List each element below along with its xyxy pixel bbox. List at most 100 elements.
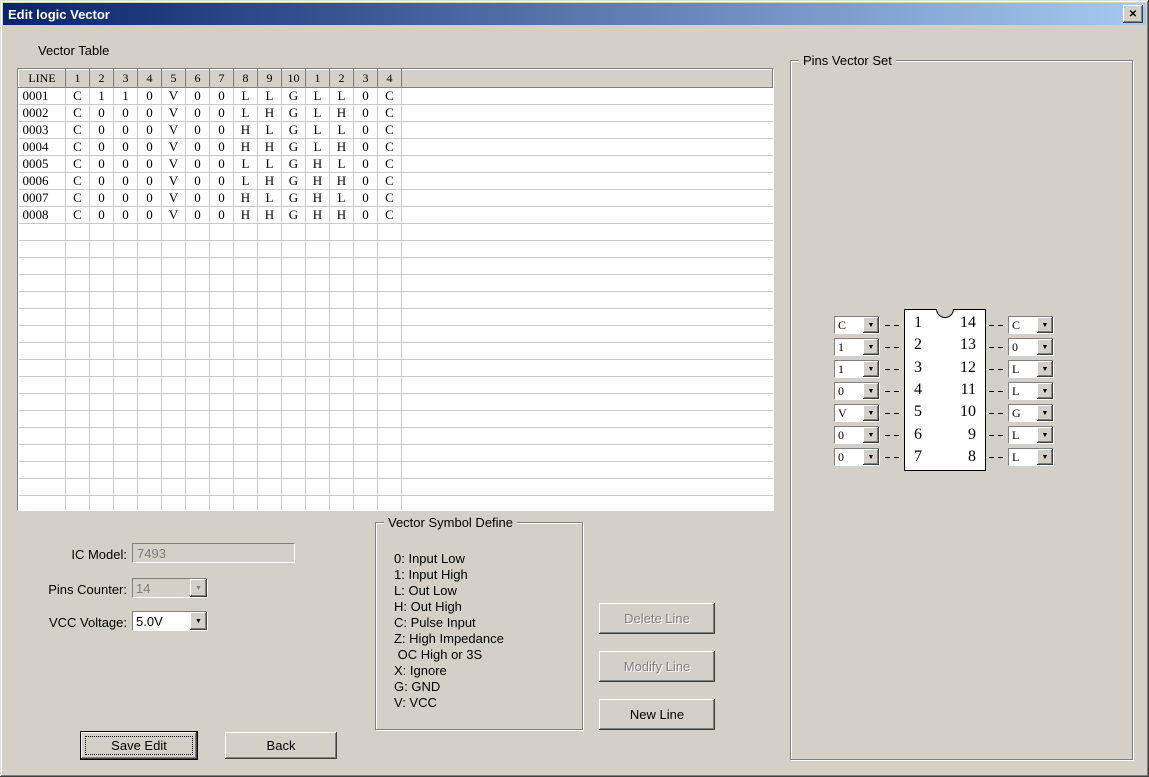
vector-cell bbox=[90, 309, 114, 326]
dropdown-arrow-icon[interactable]: ▼ bbox=[1037, 361, 1053, 377]
table-row[interactable]: 0008C000V00HHGHH0C bbox=[19, 207, 773, 224]
pin-6-value-combo[interactable]: 0▼ bbox=[834, 426, 880, 444]
pin-11-value-combo[interactable]: L▼ bbox=[1008, 382, 1054, 400]
symbol-define-line: OC High or 3S bbox=[394, 647, 504, 663]
dropdown-arrow-icon[interactable]: ▼ bbox=[1037, 405, 1053, 421]
dropdown-arrow-icon[interactable]: ▼ bbox=[1037, 449, 1053, 465]
vector-cell: 0 bbox=[138, 88, 162, 105]
column-header: 9 bbox=[258, 70, 282, 88]
vector-cell bbox=[306, 411, 330, 428]
table-row-empty bbox=[19, 309, 773, 326]
table-row[interactable]: 0004C000V00HHGLH0C bbox=[19, 139, 773, 156]
vector-cell bbox=[354, 496, 378, 512]
dropdown-arrow-icon[interactable]: ▼ bbox=[863, 449, 879, 465]
vector-cell bbox=[330, 462, 354, 479]
ic-chip-diagram: 1234567 141312111098 bbox=[904, 309, 986, 471]
vector-cell bbox=[234, 326, 258, 343]
dropdown-arrow-icon[interactable]: ▼ bbox=[863, 361, 879, 377]
pin-7-value-combo[interactable]: 0▼ bbox=[834, 448, 880, 466]
vector-cell: L bbox=[306, 139, 330, 156]
dropdown-arrow-icon[interactable]: ▼ bbox=[863, 383, 879, 399]
dropdown-arrow-icon[interactable]: ▼ bbox=[863, 405, 879, 421]
table-row-empty bbox=[19, 462, 773, 479]
dropdown-arrow-icon[interactable]: ▼ bbox=[863, 339, 879, 355]
vector-cell bbox=[330, 224, 354, 241]
pin-13-value-combo[interactable]: 0▼ bbox=[1008, 338, 1054, 356]
vector-cell bbox=[258, 343, 282, 360]
save-edit-button[interactable]: Save Edit bbox=[81, 732, 197, 759]
vector-cell bbox=[330, 428, 354, 445]
table-row[interactable]: 0001C110V00LLGLL0C bbox=[19, 88, 773, 105]
vector-cell: 0 bbox=[186, 156, 210, 173]
table-row[interactable]: 0002C000V00LHGLH0C bbox=[19, 105, 773, 122]
dropdown-arrow-icon[interactable]: ▼ bbox=[863, 427, 879, 443]
vector-cell bbox=[234, 496, 258, 512]
vector-cell bbox=[138, 462, 162, 479]
row-filler-cell bbox=[402, 258, 773, 275]
vector-cell bbox=[138, 309, 162, 326]
table-row[interactable]: 0007C000V00HLGHL0C bbox=[19, 190, 773, 207]
table-row-empty bbox=[19, 411, 773, 428]
pin-9-value-combo[interactable]: L▼ bbox=[1008, 426, 1054, 444]
vector-cell bbox=[210, 479, 234, 496]
line-number-cell bbox=[19, 258, 66, 275]
dropdown-arrow-icon[interactable]: ▼ bbox=[1037, 339, 1053, 355]
vector-table-body: 0001C110V00LLGLL0C0002C000V00LHGLH0C0003… bbox=[19, 88, 773, 512]
vector-cell bbox=[378, 479, 402, 496]
pin-3-value-combo[interactable]: 1▼ bbox=[834, 360, 880, 378]
dropdown-arrow-icon[interactable]: ▼ bbox=[1037, 427, 1053, 443]
back-button[interactable]: Back bbox=[225, 732, 337, 759]
vector-cell bbox=[114, 377, 138, 394]
chip-pin-13-number: 13 bbox=[960, 334, 976, 356]
vcc-voltage-dropdown[interactable]: 5.0V ▼ bbox=[132, 611, 208, 631]
dropdown-arrow-icon[interactable]: ▼ bbox=[190, 612, 207, 630]
pin-1-value-combo[interactable]: C▼ bbox=[834, 316, 880, 334]
dropdown-arrow-icon[interactable]: ▼ bbox=[863, 317, 879, 333]
pin-12-value-combo[interactable]: L▼ bbox=[1008, 360, 1054, 378]
vector-cell: H bbox=[330, 105, 354, 122]
pin-10-value-combo[interactable]: G▼ bbox=[1008, 404, 1054, 422]
symbol-define-line: L: Out Low bbox=[394, 583, 504, 599]
new-line-button[interactable]: New Line bbox=[599, 699, 715, 730]
vector-cell: C bbox=[66, 139, 90, 156]
vector-cell bbox=[186, 479, 210, 496]
vector-table-grid: LINE123456789101234 0001C110V00LLGLL0C00… bbox=[18, 69, 773, 511]
vector-cell bbox=[306, 275, 330, 292]
pins-counter-label: Pins Counter: bbox=[27, 582, 127, 597]
line-number-cell bbox=[19, 326, 66, 343]
vector-table-label: Vector Table bbox=[38, 43, 109, 58]
vector-cell bbox=[234, 479, 258, 496]
right-pin-combos: C▼0▼L▼L▼G▼L▼L▼ bbox=[1008, 316, 1054, 466]
vector-cell: H bbox=[330, 207, 354, 224]
dropdown-arrow-icon[interactable]: ▼ bbox=[1037, 317, 1053, 333]
vector-cell bbox=[90, 479, 114, 496]
vector-cell bbox=[234, 343, 258, 360]
line-number-cell bbox=[19, 275, 66, 292]
pin-14-value-combo[interactable]: C▼ bbox=[1008, 316, 1054, 334]
vector-table[interactable]: LINE123456789101234 0001C110V00LLGLL0C00… bbox=[17, 68, 774, 511]
vector-cell bbox=[354, 292, 378, 309]
table-row-empty bbox=[19, 377, 773, 394]
vector-cell bbox=[114, 275, 138, 292]
pin-8-value-combo[interactable]: L▼ bbox=[1008, 448, 1054, 466]
edit-logic-vector-dialog: Edit logic Vector ✕ Vector Table LINE123… bbox=[0, 0, 1149, 777]
vector-cell bbox=[282, 343, 306, 360]
table-row[interactable]: 0003C000V00HLGLL0C bbox=[19, 122, 773, 139]
dropdown-arrow-icon[interactable]: ▼ bbox=[1037, 383, 1053, 399]
vector-cell bbox=[138, 394, 162, 411]
pin-2-value-combo[interactable]: 1▼ bbox=[834, 338, 880, 356]
pin-4-value-combo[interactable]: 0▼ bbox=[834, 382, 880, 400]
close-button[interactable]: ✕ bbox=[1123, 5, 1143, 23]
vcc-voltage-combo[interactable]: 5.0V ▼ bbox=[132, 611, 208, 631]
pin-5-value-combo[interactable]: V▼ bbox=[834, 404, 880, 422]
vector-cell bbox=[306, 496, 330, 512]
table-row[interactable]: 0006C000V00LHGHH0C bbox=[19, 173, 773, 190]
vector-cell: 0 bbox=[90, 122, 114, 139]
vector-cell bbox=[186, 377, 210, 394]
column-header: 1 bbox=[306, 70, 330, 88]
vector-cell bbox=[282, 292, 306, 309]
symbol-define-line: V: VCC bbox=[394, 695, 504, 711]
pin-14-value: C bbox=[1009, 318, 1037, 333]
table-row[interactable]: 0005C000V00LLGHL0C bbox=[19, 156, 773, 173]
row-filler-cell bbox=[402, 88, 773, 105]
